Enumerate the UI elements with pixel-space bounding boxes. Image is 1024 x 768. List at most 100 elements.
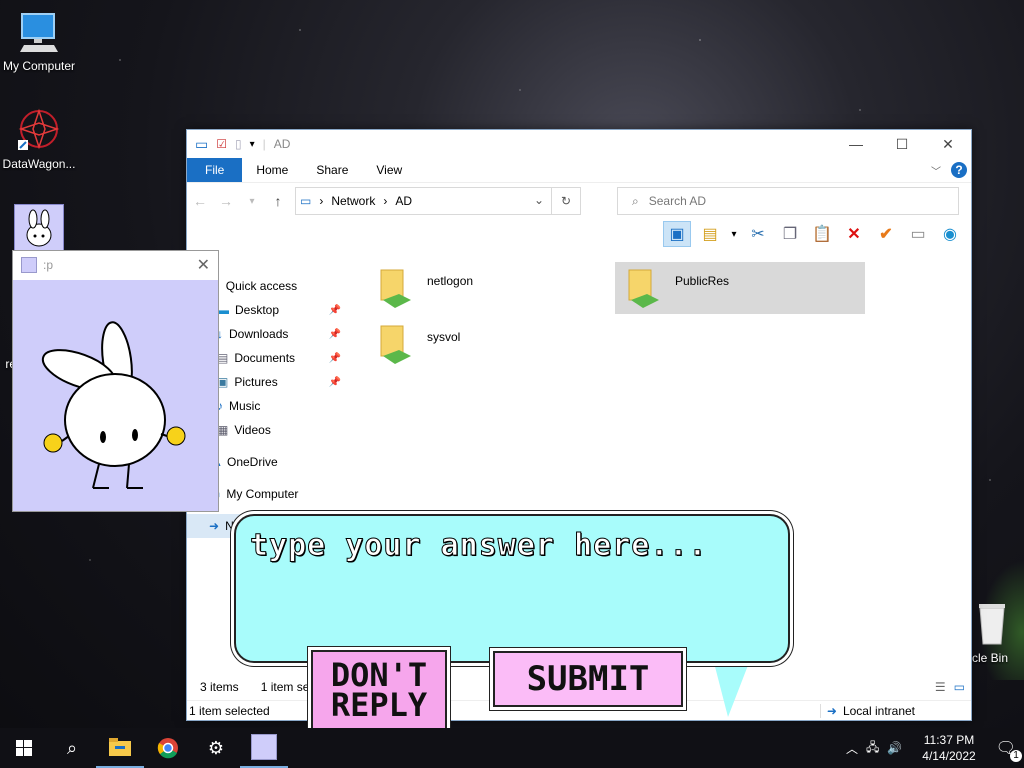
new-folder-icon[interactable]: ▯ [235, 137, 242, 151]
up-arrow-icon[interactable]: ↑ [265, 193, 291, 209]
customize-dropdown-icon[interactable]: ▾ [250, 139, 255, 150]
monitor-icon: ▭ [300, 194, 312, 208]
chevron-down-icon[interactable]: ▾ [729, 222, 739, 246]
properties-icon[interactable]: ☑ [216, 137, 227, 151]
chevron-down-icon[interactable]: ⌄ [534, 193, 544, 207]
shared-folder-icon [625, 266, 661, 310]
close-button[interactable]: ✕ [925, 130, 971, 158]
volume-icon[interactable]: 🔊 [887, 741, 902, 755]
popup-title: :p [43, 258, 54, 272]
datawagon-icon [18, 108, 60, 150]
forward-arrow-icon[interactable]: → [213, 193, 239, 209]
nav-item-label: My Computer [226, 487, 299, 501]
nav-item-label: Desktop [235, 303, 280, 317]
selection-status: 1 item selected [189, 704, 270, 718]
tab-share[interactable]: Share [302, 158, 362, 182]
paste-icon[interactable]: 📋 [809, 222, 835, 246]
cut-icon[interactable]: ✂ [745, 222, 771, 246]
checkmark-icon[interactable]: ✔ [873, 222, 899, 246]
start-button[interactable] [0, 728, 48, 768]
network-icon[interactable]: 🖧 [866, 738, 879, 759]
notifications-icon[interactable]: 🗨 1 [996, 738, 1022, 762]
intranet-icon: ➜ [826, 704, 837, 718]
file-explorer-taskbar-icon[interactable] [96, 728, 144, 768]
breadcrumb-network[interactable]: Network [331, 194, 375, 208]
nav-item-label: Documents [234, 351, 296, 365]
tab-home[interactable]: Home [242, 158, 302, 182]
desktop-icon-my-computer[interactable]: My Computer [0, 8, 78, 73]
details-view-icon[interactable]: ☰ [935, 680, 946, 694]
settings-gear-icon[interactable]: ⚙ [192, 728, 240, 768]
answer-input[interactable]: type your answer here... [249, 528, 707, 564]
bunny-popup-window: :p ✕ [12, 250, 219, 512]
security-zone: Local intranet [842, 704, 915, 718]
pin-icon: 📌 [328, 352, 341, 364]
maximize-button[interactable]: ☐ [879, 130, 925, 158]
pin-icon: 📌 [328, 304, 341, 316]
windows-logo-icon [16, 740, 32, 756]
nav-item-label: Videos [234, 423, 271, 437]
nav-item-label: Quick access [225, 279, 298, 293]
computer-icon[interactable]: ▭ [195, 136, 208, 153]
search-input[interactable]: Search AD [649, 194, 706, 208]
folder-publicres[interactable]: PublicRes [615, 262, 865, 314]
chevron-up-icon[interactable]: ︿ [846, 740, 858, 757]
answer-bubble[interactable]: type your answer here... [234, 514, 790, 663]
window-controls: — ☐ ✕ [833, 130, 971, 158]
shared-folder-icon [377, 322, 413, 366]
bunny-taskbar-icon[interactable] [240, 728, 288, 768]
nav-item-label: N [225, 519, 234, 533]
shared-folder-icon [377, 266, 413, 310]
window-title: AD [273, 137, 291, 151]
close-icon[interactable]: ✕ [197, 255, 210, 275]
delete-icon[interactable]: ✕ [841, 222, 867, 246]
ribbon-tabs: File Home Share View ﹀ ? [187, 158, 971, 182]
view-options-icon[interactable]: ▤ [697, 222, 723, 246]
breadcrumb-separator: › [383, 194, 388, 208]
network-icon: ➜ [209, 519, 220, 533]
tab-view[interactable]: View [362, 158, 416, 182]
submit-button[interactable]: SUBMIT [493, 651, 683, 707]
address-row: ← → ▾ ↑ ▭ › Network › AD ⌄ ↻ ⌕ Search AD [187, 182, 971, 219]
chrome-icon[interactable] [144, 728, 192, 768]
desktop-icon-datawagon[interactable]: DataWagon... [0, 106, 78, 171]
copy-icon[interactable]: ❐ [777, 222, 803, 246]
bunny-illustration [13, 280, 218, 511]
back-arrow-icon[interactable]: ← [187, 193, 213, 209]
bunny-app-icon [21, 257, 37, 273]
popup-title-bar: :p ✕ [13, 251, 218, 279]
desktop-icon-label: DataWagon... [2, 157, 76, 171]
shell-icon[interactable]: ◉ [937, 222, 963, 246]
notification-count: 1 [1010, 750, 1022, 762]
address-bar[interactable]: ▭ › Network › AD ⌄ ↻ [295, 187, 581, 215]
folder-sysvol[interactable]: sysvol [367, 318, 607, 370]
rename-icon[interactable]: ▭ [905, 222, 931, 246]
nav-item-label: Music [229, 399, 261, 413]
tab-file[interactable]: File [187, 158, 243, 182]
item-count: 3 items [200, 680, 239, 694]
chevron-down-icon[interactable]: ﹀ [931, 163, 941, 178]
separator: | [262, 137, 266, 151]
command-toolbar: ▣ ▤ ▾ ✂ ❐ 📋 ✕ ✔ ▭ ◉ [187, 219, 971, 249]
refresh-icon[interactable]: ↻ [551, 188, 580, 214]
monitor-icon [20, 13, 58, 52]
recent-dropdown-icon[interactable]: ▾ [239, 196, 265, 207]
recycle-bin-icon [979, 604, 1005, 645]
desktop-icon-bunny[interactable] [0, 204, 78, 252]
clock[interactable]: 11:37 PM 4/14/2022 [922, 732, 975, 764]
search-box[interactable]: ⌕ Search AD [617, 187, 959, 215]
dont-reply-button[interactable]: DON'T REPLY [311, 650, 447, 730]
pin-icon: 📌 [328, 376, 341, 388]
minimize-button[interactable]: — [833, 130, 879, 158]
pin-icon: 📌 [328, 328, 341, 340]
folder-name: PublicRes [675, 274, 730, 288]
tiles-view-icon[interactable]: ▭ [954, 680, 965, 694]
folder-netlogon[interactable]: netlogon [367, 262, 607, 314]
bunny-app-icon [14, 204, 64, 252]
help-icon[interactable]: ? [951, 162, 967, 178]
preview-pane-icon[interactable]: ▣ [663, 221, 691, 247]
nav-item-label: OneDrive [227, 455, 278, 469]
system-tray: ︿ 🖧 🔊 11:37 PM 4/14/2022 🗨 1 [846, 728, 1024, 768]
breadcrumb-ad[interactable]: AD [395, 194, 412, 208]
search-icon[interactable]: ⌕ [48, 728, 96, 768]
